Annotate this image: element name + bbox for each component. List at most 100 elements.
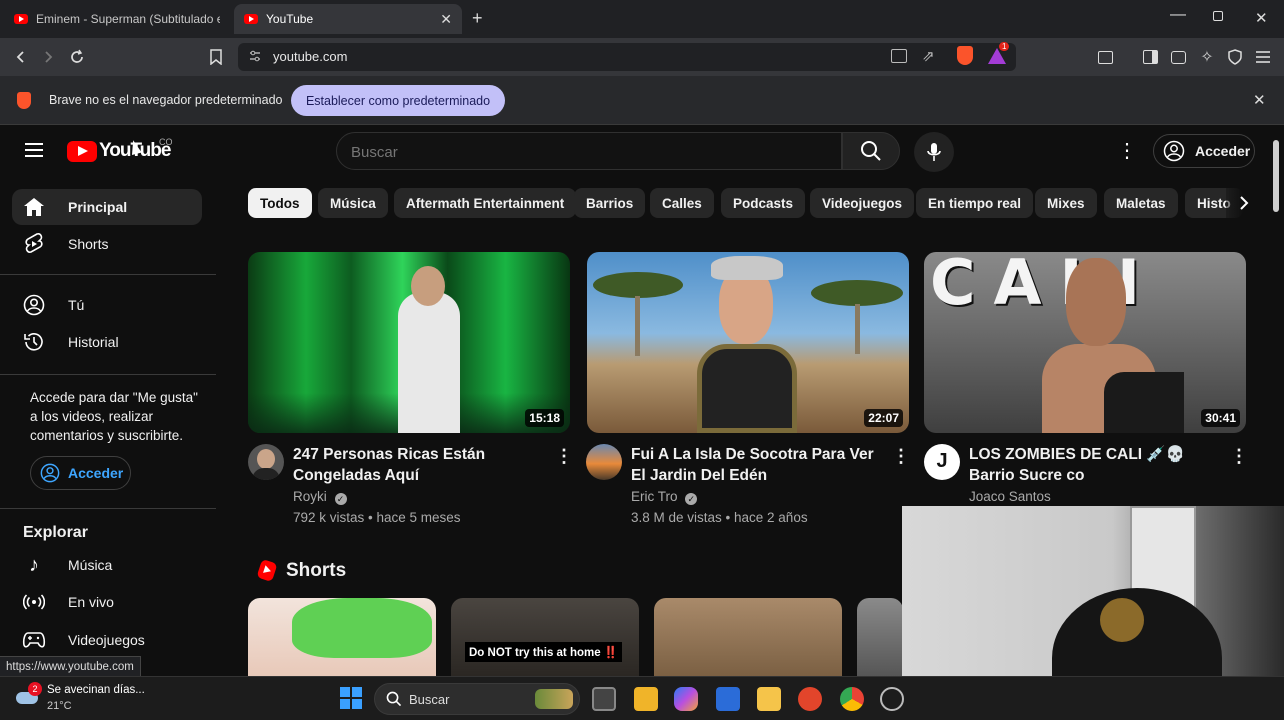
short-thumbnail[interactable] bbox=[857, 598, 903, 678]
chip-todos[interactable]: Todos bbox=[248, 188, 312, 218]
sidebar-sign-in-button[interactable]: Acceder bbox=[30, 456, 131, 490]
sidebar-item-history[interactable]: Historial bbox=[12, 324, 202, 360]
tree-canopy bbox=[593, 272, 683, 298]
copilot-icon[interactable] bbox=[674, 687, 698, 711]
channel-avatar[interactable] bbox=[586, 444, 622, 480]
sidebar-item-music[interactable]: ♪ Música bbox=[12, 547, 202, 583]
leo-ai-icon[interactable]: ✧ bbox=[1196, 46, 1218, 68]
chip-tiempo-real[interactable]: En tiempo real bbox=[916, 188, 1034, 218]
video-thumbnail[interactable]: 15:18 bbox=[248, 252, 570, 433]
chip-calles[interactable]: Calles bbox=[650, 188, 714, 218]
minimize-button[interactable]: — bbox=[1170, 6, 1186, 24]
sidebar-item-principal[interactable]: Principal bbox=[12, 189, 202, 225]
sticky-notes-icon[interactable] bbox=[634, 687, 658, 711]
address-text: youtube.com bbox=[273, 49, 348, 64]
chip-aftermath[interactable]: Aftermath Entertainment bbox=[394, 188, 577, 218]
reload-icon[interactable] bbox=[66, 46, 88, 68]
bookmark-icon[interactable] bbox=[205, 46, 227, 68]
settings-more-icon[interactable]: ⋮ bbox=[1117, 139, 1137, 163]
maximize-button[interactable] bbox=[1213, 11, 1223, 21]
channel-avatar[interactable]: J bbox=[924, 444, 960, 480]
vpn-shield-icon[interactable] bbox=[1224, 46, 1246, 68]
chips-next-button[interactable] bbox=[1226, 188, 1262, 218]
channel-avatar[interactable] bbox=[248, 444, 284, 480]
sidebar-item-live[interactable]: En vivo bbox=[12, 584, 202, 620]
sidebar-item-label: Shorts bbox=[68, 236, 109, 252]
menu-icon[interactable] bbox=[1252, 46, 1274, 68]
chevron-right-icon bbox=[1240, 196, 1249, 210]
task-view-icon[interactable] bbox=[592, 687, 616, 711]
voice-search-button[interactable] bbox=[914, 132, 954, 172]
search-input[interactable] bbox=[351, 141, 821, 163]
chip-videojuegos[interactable]: Videojuegos bbox=[810, 188, 915, 218]
sidebar-divider bbox=[0, 374, 216, 375]
video-thumbnail[interactable]: CALI 30:41 bbox=[924, 252, 1246, 433]
short-thumbnail[interactable] bbox=[248, 598, 436, 678]
person-figure bbox=[697, 344, 797, 433]
sidebar-item-gaming[interactable]: Videojuegos bbox=[12, 622, 202, 658]
tab-youtube[interactable]: YouTube ✕ bbox=[234, 4, 462, 34]
video-more-icon[interactable]: ⋮ bbox=[891, 444, 911, 468]
status-bar-url: https://www.youtube.com bbox=[0, 656, 141, 676]
tab-manager-icon[interactable] bbox=[1094, 46, 1116, 68]
set-default-button[interactable]: Establecer como predeterminado bbox=[291, 85, 505, 116]
person-head bbox=[411, 266, 445, 306]
sidebar-toggle-icon[interactable] bbox=[1139, 46, 1161, 68]
sidebar-item-label: Principal bbox=[68, 199, 128, 215]
address-bar[interactable]: youtube.com ⇗ 1 bbox=[238, 42, 1016, 71]
chip-mixes[interactable]: Mixes bbox=[1035, 188, 1097, 218]
video-duration: 22:07 bbox=[864, 409, 903, 427]
channel-name[interactable]: Joaco Santos bbox=[969, 489, 1051, 504]
chip-podcasts[interactable]: Podcasts bbox=[721, 188, 806, 218]
app-icon[interactable] bbox=[798, 687, 822, 711]
chip-maletas[interactable]: Maletas bbox=[1104, 188, 1178, 218]
short-thumbnail[interactable] bbox=[654, 598, 842, 678]
browser-tab-bar: Eminem - Superman (Subtitulado en YouTub… bbox=[0, 0, 1284, 38]
tab-title: Eminem - Superman (Subtitulado en bbox=[36, 12, 220, 26]
settings-icon[interactable] bbox=[880, 687, 904, 711]
weather-widget[interactable]: 2 Se avecinan días... 21°C bbox=[14, 682, 164, 716]
sidebar-item-label: Videojuegos bbox=[68, 632, 145, 648]
taskbar-search[interactable]: Buscar bbox=[374, 683, 580, 715]
back-icon[interactable] bbox=[10, 46, 32, 68]
new-tab-button[interactable]: + bbox=[472, 8, 483, 29]
share-icon[interactable]: ⇗ bbox=[922, 47, 935, 65]
cast-icon[interactable] bbox=[891, 49, 907, 63]
close-window-button[interactable]: ✕ bbox=[1255, 9, 1268, 27]
video-more-icon[interactable]: ⋮ bbox=[1229, 444, 1249, 468]
search-button[interactable] bbox=[842, 132, 900, 170]
tab-eminem[interactable]: Eminem - Superman (Subtitulado en bbox=[4, 4, 230, 34]
close-tab-icon[interactable]: ✕ bbox=[440, 11, 452, 28]
youtube-logo[interactable]: YouTube CO bbox=[67, 137, 173, 163]
channel-name[interactable]: Eric Tro ✓ bbox=[631, 489, 698, 505]
sidebar-item-you[interactable]: Tú bbox=[12, 287, 202, 323]
start-button[interactable] bbox=[340, 687, 362, 709]
channel-name[interactable]: Royki ✓ bbox=[293, 489, 347, 505]
sidebar-item-label: Tú bbox=[68, 297, 85, 313]
chrome-icon[interactable] bbox=[840, 687, 864, 711]
video-thumbnail[interactable]: 22:07 bbox=[587, 252, 909, 433]
forward-icon[interactable] bbox=[37, 46, 59, 68]
video-more-icon[interactable]: ⋮ bbox=[554, 444, 574, 468]
wallet-icon[interactable] bbox=[1167, 46, 1189, 68]
sign-in-prompt: Accede para dar "Me gusta" a los videos,… bbox=[30, 390, 198, 443]
video-title[interactable]: Fui A La Isla De Socotra Para Ver El Jar… bbox=[631, 444, 886, 486]
search-box[interactable] bbox=[336, 132, 842, 170]
video-title[interactable]: 247 Personas Ricas Están Congeladas Aquí bbox=[293, 444, 548, 486]
sidebar-item-shorts[interactable]: Shorts bbox=[12, 226, 202, 262]
store-icon[interactable] bbox=[716, 687, 740, 711]
youtube-header: YouTube CO ⋮ Acceder bbox=[0, 125, 1270, 177]
close-infobar-icon[interactable]: ✕ bbox=[1253, 91, 1266, 109]
sign-in-button[interactable]: Acceder bbox=[1153, 134, 1255, 168]
account-icon bbox=[40, 463, 60, 483]
video-title[interactable]: LOS ZOMBIES DE CALI 💉💀Barrio Sucre co bbox=[969, 444, 1224, 486]
short-thumbnail[interactable]: Do NOT try this at home ‼️ bbox=[451, 598, 639, 678]
guide-menu-icon[interactable] bbox=[24, 142, 44, 163]
tab-title: YouTube bbox=[266, 12, 314, 26]
live-icon bbox=[22, 590, 46, 614]
chip-musica[interactable]: Música bbox=[318, 188, 388, 218]
chip-barrios[interactable]: Barrios bbox=[574, 188, 646, 218]
site-settings-icon[interactable] bbox=[248, 49, 262, 63]
brave-shield-icon[interactable] bbox=[957, 46, 973, 65]
file-explorer-icon[interactable] bbox=[757, 687, 781, 711]
